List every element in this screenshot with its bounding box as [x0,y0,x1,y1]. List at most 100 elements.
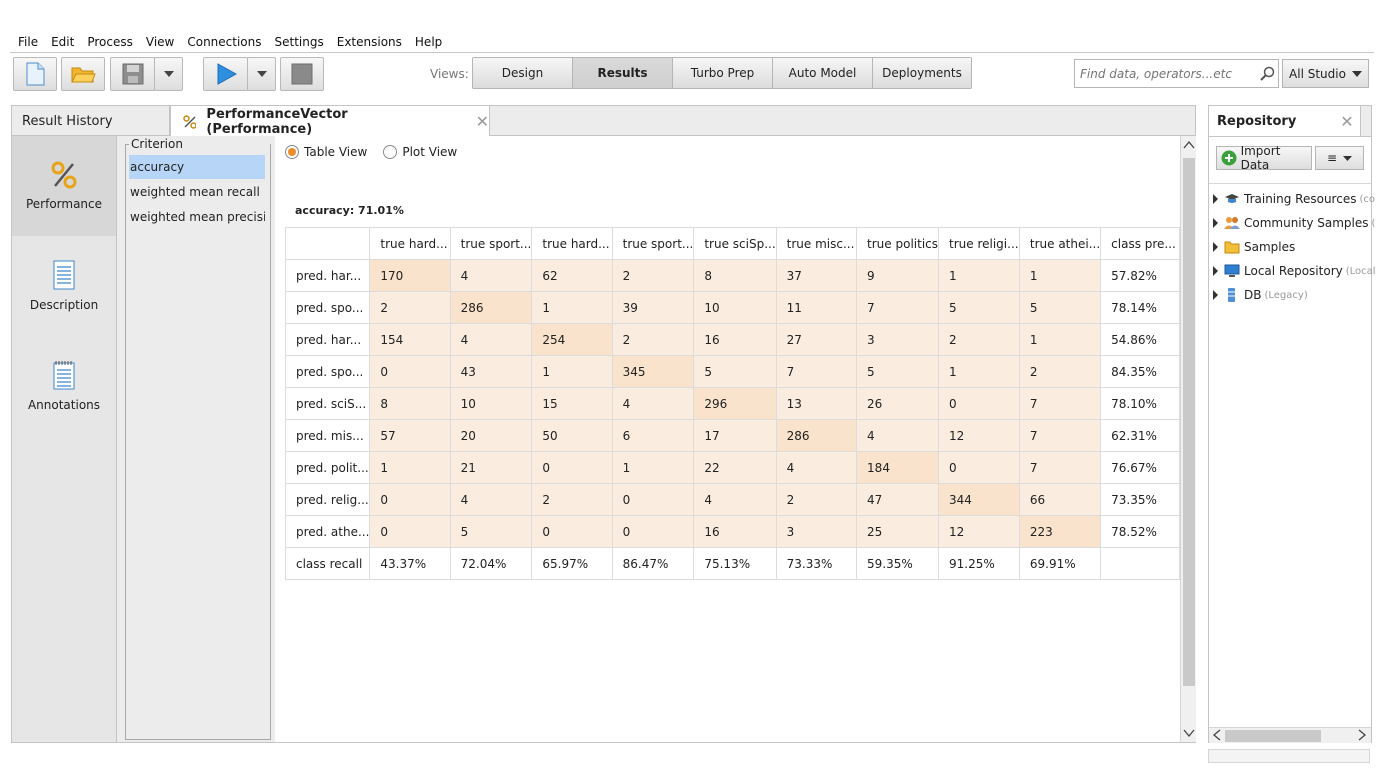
run-process-button[interactable] [203,57,248,91]
table-cell[interactable]: true sciSp... [693,227,777,260]
chevron-up-icon[interactable] [1183,140,1195,150]
save-process-button[interactable] [110,57,155,91]
table-cell[interactable]: 1 [369,451,451,484]
table-cell[interactable]: pred. sciS... [284,387,371,420]
table-cell[interactable]: 75.13% [693,547,777,580]
table-cell[interactable]: 10 [693,291,777,324]
table-cell[interactable]: 5 [1018,291,1102,324]
table-cell[interactable]: 1 [531,291,613,324]
table-cell[interactable]: 6 [611,419,695,452]
table-cell[interactable]: 344 [938,483,1020,516]
table-cell[interactable]: true hard... [531,227,613,260]
scroll-thumb[interactable] [1225,730,1321,742]
table-cell[interactable]: 78.14% [1100,291,1180,324]
view-tab-results[interactable]: Results [573,58,673,88]
table-cell[interactable]: 286 [775,419,858,452]
table-cell[interactable]: 86.47% [611,547,695,580]
table-cell[interactable]: 1 [1018,259,1102,292]
table-cell[interactable]: 0 [369,483,451,516]
table-cell[interactable]: 37 [775,259,858,292]
table-cell[interactable]: 0 [531,451,613,484]
chevron-down-icon[interactable] [1183,728,1195,738]
tree-item-community-samples[interactable]: Community Samples( [1213,213,1375,233]
table-cell[interactable]: 72.04% [449,547,533,580]
close-icon[interactable]: ✕ [476,112,489,131]
table-cell[interactable]: 69.91% [1018,547,1102,580]
table-cell[interactable]: 2 [611,259,695,292]
table-cell[interactable]: pred. har... [284,259,371,292]
table-cell[interactable]: 10 [449,387,533,420]
table-cell[interactable] [284,227,371,260]
table-cell[interactable]: 286 [449,291,533,324]
expand-arrow-icon[interactable] [1213,194,1218,204]
table-cell[interactable]: 1 [938,355,1020,388]
table-cell[interactable]: true sport... [449,227,533,260]
expand-arrow-icon[interactable] [1213,266,1218,276]
table-cell[interactable]: 4 [611,387,695,420]
table-cell[interactable]: pred. athe... [284,515,371,548]
table-cell[interactable]: 2 [775,483,858,516]
table-cell[interactable]: 254 [531,323,613,356]
table-cell[interactable]: 66 [1018,483,1102,516]
table-cell[interactable]: 2 [938,323,1020,356]
table-cell[interactable]: true religi... [938,227,1020,260]
table-cell[interactable]: 0 [369,515,451,548]
table-cell[interactable]: 15 [531,387,613,420]
run-dropdown-button[interactable] [247,57,276,91]
table-cell[interactable]: 0 [938,387,1020,420]
table-cell[interactable]: 3 [775,515,858,548]
table-cell[interactable]: 0 [611,483,695,516]
table-cell[interactable]: 5 [938,291,1020,324]
menu-file[interactable]: File [18,35,38,49]
table-cell[interactable]: 1 [938,259,1020,292]
studio-dropdown[interactable]: All Studio [1282,59,1369,88]
table-cell[interactable]: 7 [1018,387,1102,420]
side-description[interactable]: Description [12,236,116,336]
expand-arrow-icon[interactable] [1213,218,1218,228]
side-performance[interactable]: Performance [12,136,116,236]
table-cell[interactable]: 16 [693,323,777,356]
table-cell[interactable]: true athei... [1018,227,1102,260]
table-cell[interactable]: 7 [775,355,858,388]
table-cell[interactable]: 345 [611,355,695,388]
table-cell[interactable]: 26 [856,387,940,420]
table-cell[interactable]: 0 [938,451,1020,484]
table-cell[interactable]: 170 [369,259,451,292]
menu-edit[interactable]: Edit [51,35,74,49]
table-cell[interactable]: 11 [775,291,858,324]
open-process-button[interactable] [61,57,105,91]
table-cell[interactable]: 73.33% [775,547,858,580]
close-icon[interactable]: ✕ [1340,112,1353,131]
table-cell[interactable]: 21 [449,451,533,484]
new-process-button[interactable] [13,57,57,91]
table-cell[interactable]: 2 [611,323,695,356]
expand-arrow-icon[interactable] [1213,290,1218,300]
table-cell[interactable]: 13 [775,387,858,420]
tree-item-db[interactable]: DB (Legacy) [1213,285,1308,305]
table-cell[interactable]: 57.82% [1100,259,1180,292]
search-icon[interactable] [1260,66,1276,82]
table-cell[interactable]: 8 [369,387,451,420]
table-cell[interactable]: 12 [938,515,1020,548]
table-cell[interactable]: 20 [449,419,533,452]
scroll-thumb[interactable] [1183,158,1195,686]
menu-connections[interactable]: Connections [187,35,261,49]
table-cell[interactable]: true sport... [611,227,695,260]
table-cell[interactable]: 5 [856,355,940,388]
table-cell[interactable]: 4 [449,323,533,356]
vertical-scrollbar[interactable] [1180,136,1196,742]
view-tab-auto-model[interactable]: Auto Model [773,58,873,88]
table-cell[interactable]: 1 [611,451,695,484]
table-cell[interactable]: 4 [449,259,533,292]
table-cell[interactable]: class pre... [1100,227,1180,260]
table-cell[interactable]: 2 [531,483,613,516]
table-cell[interactable]: 1 [1018,323,1102,356]
chevron-right-icon[interactable] [1357,729,1367,741]
table-cell[interactable]: 54.86% [1100,323,1180,356]
view-tab-deployments[interactable]: Deployments [873,58,971,88]
menu-settings[interactable]: Settings [275,35,324,49]
menu-process[interactable]: Process [87,35,133,49]
chevron-left-icon[interactable] [1212,729,1222,741]
table-cell[interactable]: 8 [693,259,777,292]
table-cell[interactable]: 12 [938,419,1020,452]
